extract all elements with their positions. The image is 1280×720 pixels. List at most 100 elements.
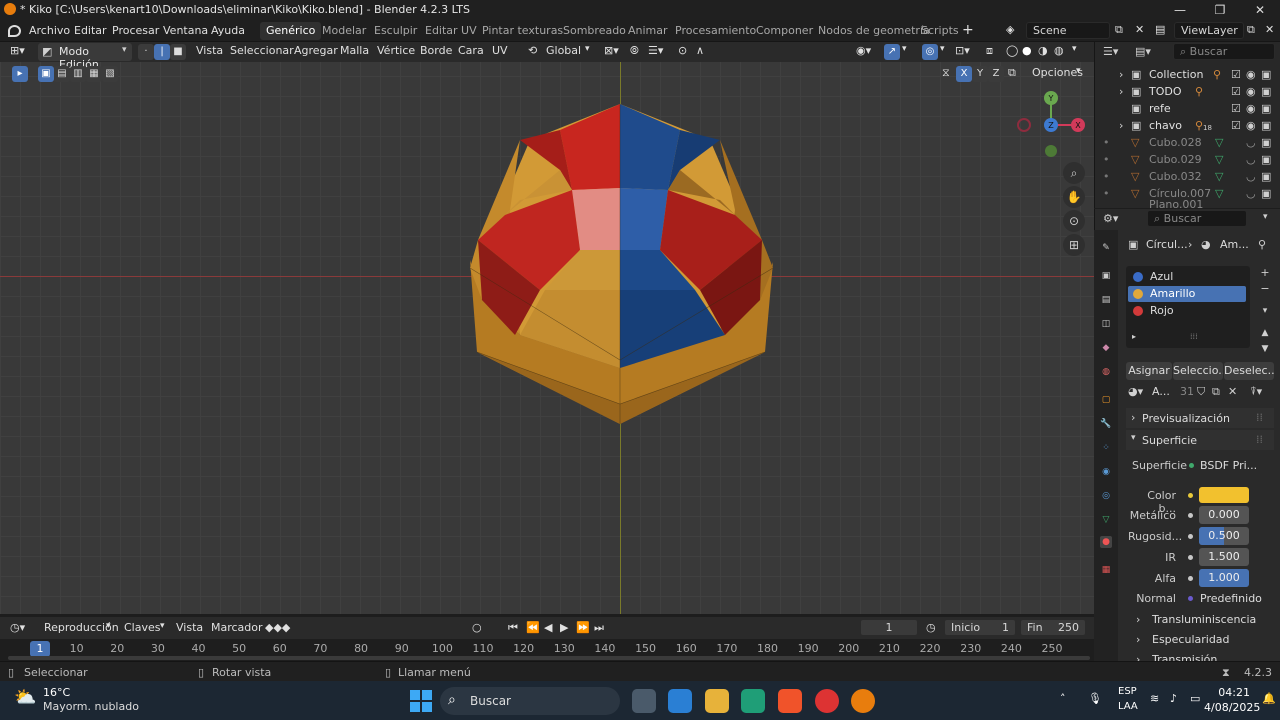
workspace-tab-pintar-texturas[interactable]: Pintar texturas	[476, 22, 569, 40]
chevron-right-icon[interactable]: ›	[1119, 85, 1123, 98]
deselect-button[interactable]: Deselec...	[1224, 362, 1274, 380]
mirror-z-toggle[interactable]: Z	[988, 66, 1004, 82]
material-tab-icon[interactable]: ●	[1100, 536, 1112, 548]
node-link-icon[interactable]: ⍒▾	[1250, 385, 1262, 399]
camera-render-icon[interactable]: ▣	[1261, 119, 1271, 132]
transform-orientation-icon[interactable]: ⟲	[528, 44, 537, 57]
eye-closed-icon[interactable]: ◡	[1246, 153, 1256, 166]
marker-menu[interactable]: Marcador	[211, 621, 263, 634]
particles-tab-icon[interactable]: ⁘	[1100, 442, 1112, 454]
assign-button[interactable]: Asignar	[1126, 362, 1172, 380]
solid-shading-icon[interactable]: ●	[1022, 44, 1032, 57]
wifi-icon[interactable]: ≋	[1150, 692, 1159, 705]
render-tab-icon[interactable]: ▣	[1100, 270, 1112, 282]
select-button[interactable]: Seleccio...	[1173, 362, 1223, 380]
physics-tab-icon[interactable]: ◉	[1100, 466, 1112, 478]
navigation-gizmo[interactable]: Y X Z	[1014, 90, 1090, 160]
output-tab-icon[interactable]: ▤	[1100, 294, 1112, 306]
blender-menu-icon[interactable]	[8, 25, 21, 37]
workspace-tab-componer[interactable]: Componer	[750, 22, 819, 40]
eye-icon[interactable]: ◉	[1246, 85, 1256, 98]
filter-icon[interactable]: ▤▾	[1135, 45, 1151, 58]
mesh-object[interactable]	[0, 42, 1094, 614]
workspace-tab-editar-uv[interactable]: Editar UV	[419, 22, 483, 40]
modifier-tab-icon[interactable]: 🔧	[1100, 418, 1112, 430]
eye-closed-icon[interactable]: ◡	[1246, 170, 1256, 183]
outliner-item-cubo-029[interactable]: • ▽ Cubo.029 ▽ ◡ ▣	[1095, 151, 1280, 168]
weather-description[interactable]: Mayorm. nublado	[43, 700, 139, 713]
material-name-field[interactable]: A...	[1152, 385, 1170, 398]
menu-procesar[interactable]: Procesar	[112, 24, 159, 37]
resize-handle-icon[interactable]: ⁞⁞⁞	[1190, 332, 1198, 341]
menu-ayuda[interactable]: Ayuda	[211, 24, 245, 37]
play-reverse-icon[interactable]: ◀	[544, 621, 552, 634]
language-label[interactable]: ESP	[1118, 686, 1137, 697]
zoom-icon[interactable]: ⌕	[1063, 162, 1085, 184]
menu-uv[interactable]: UV	[492, 44, 508, 57]
workspace-tab-scripts[interactable]: Scripts	[915, 22, 965, 40]
new-scene-icon[interactable]: ⧉	[1115, 23, 1123, 37]
workspace-tab-modelar[interactable]: Modelar	[316, 22, 372, 40]
minimize-button[interactable]: —	[1160, 0, 1200, 20]
chevron-down-icon[interactable]: ▾	[940, 44, 945, 54]
pan-hand-icon[interactable]: ✋	[1063, 186, 1085, 208]
snap-icon[interactable]: ⦾	[630, 44, 639, 58]
expand-icon[interactable]: ▸	[1132, 332, 1136, 341]
material-slot-azul[interactable]: Azul	[1128, 269, 1246, 285]
prev-keyframe-icon[interactable]: ⏪	[526, 621, 540, 634]
surface-shader-dropdown[interactable]: BSDF Pri...	[1200, 459, 1257, 472]
workspace-tab-esculpir[interactable]: Esculpir	[368, 22, 423, 40]
select-new-icon[interactable]: ▣	[38, 66, 54, 82]
keyboard-layout-label[interactable]: LAA	[1118, 701, 1138, 712]
material-slot-amarillo[interactable]: Amarillo	[1128, 286, 1246, 302]
duplicate-icon[interactable]: ⧉	[1212, 385, 1220, 399]
delete-scene-icon[interactable]: ✕	[1135, 23, 1144, 36]
microphone-icon[interactable]: 🎙	[1088, 692, 1102, 705]
chevron-up-icon[interactable]: ˄	[1060, 692, 1066, 705]
pivot-icon[interactable]: ⊠▾	[604, 44, 619, 57]
auto-key-icon[interactable]: ○	[472, 621, 482, 634]
ortho-grid-icon[interactable]: ⊞	[1063, 234, 1085, 256]
overlays-icon[interactable]: ◎	[922, 44, 938, 60]
base-color-swatch[interactable]	[1199, 487, 1249, 503]
chevron-down-icon[interactable]: ▾	[902, 44, 907, 54]
notifications-icon[interactable]: 🔔	[1262, 692, 1276, 705]
workspace-tab-animar[interactable]: Animar	[622, 22, 674, 40]
ior-field[interactable]: 1.500	[1199, 548, 1249, 566]
roughness-slider[interactable]: 0.500	[1199, 527, 1249, 545]
camera-render-icon[interactable]: ▣	[1261, 102, 1271, 115]
chevron-down-icon[interactable]: ▾	[160, 621, 165, 631]
mesh-overlay-icon[interactable]: ⊡▾	[955, 44, 970, 57]
chevron-right-icon[interactable]: ›	[1136, 613, 1140, 626]
3d-viewport[interactable]: Y X Z ⌕ ✋ ⊙ ⊞	[0, 42, 1094, 614]
camera-render-icon[interactable]: ▣	[1261, 153, 1271, 166]
outliner-item-refe[interactable]: ▣ refe ☑ ◉ ▣	[1095, 100, 1280, 117]
select-subtract-icon[interactable]: ▥	[70, 66, 86, 82]
checkbox-icon[interactable]: ☑	[1231, 68, 1241, 81]
keys-menu[interactable]: Claves	[124, 621, 161, 634]
timeline-scrollbar[interactable]	[8, 656, 1090, 660]
play-icon[interactable]: ▶	[560, 621, 568, 634]
outliner-item-chavo[interactable]: › ▣ chavo ⚲ 18 ☑ ◉ ▣	[1095, 117, 1280, 134]
vertex-select-icon[interactable]: ·	[138, 44, 154, 60]
chevron-down-icon[interactable]: ▾	[1263, 212, 1268, 222]
xray-icon[interactable]: ⧈	[986, 44, 993, 58]
menu-vertice[interactable]: Vértice	[377, 44, 415, 57]
select-extend-icon[interactable]: ▤	[54, 66, 70, 82]
camera-render-icon[interactable]: ▣	[1261, 68, 1271, 81]
material-browse-icon[interactable]: ◕▾	[1128, 385, 1143, 398]
outliner-item-cubo-032[interactable]: • ▽ Cubo.032 ▽ ◡ ▣	[1095, 168, 1280, 185]
move-down-icon[interactable]: ▼	[1258, 344, 1272, 354]
pin-icon[interactable]: ⚲	[1258, 238, 1266, 251]
world-tab-icon[interactable]: ◍	[1100, 366, 1112, 378]
menu-malla[interactable]: Malla	[340, 44, 369, 57]
app-icon[interactable]	[741, 689, 765, 713]
volume-icon[interactable]: ♪	[1170, 692, 1177, 705]
menu-seleccionar[interactable]: Seleccionar	[230, 44, 294, 57]
battery-icon[interactable]: ▭	[1190, 692, 1200, 705]
add-slot-icon[interactable]: +	[1258, 266, 1272, 279]
current-frame-field[interactable]: 1	[860, 619, 918, 636]
delete-view-layer-icon[interactable]: ✕	[1265, 23, 1274, 36]
chevron-right-icon[interactable]: ›	[1136, 633, 1140, 646]
view-layer-icon[interactable]: ▤	[1155, 23, 1165, 36]
